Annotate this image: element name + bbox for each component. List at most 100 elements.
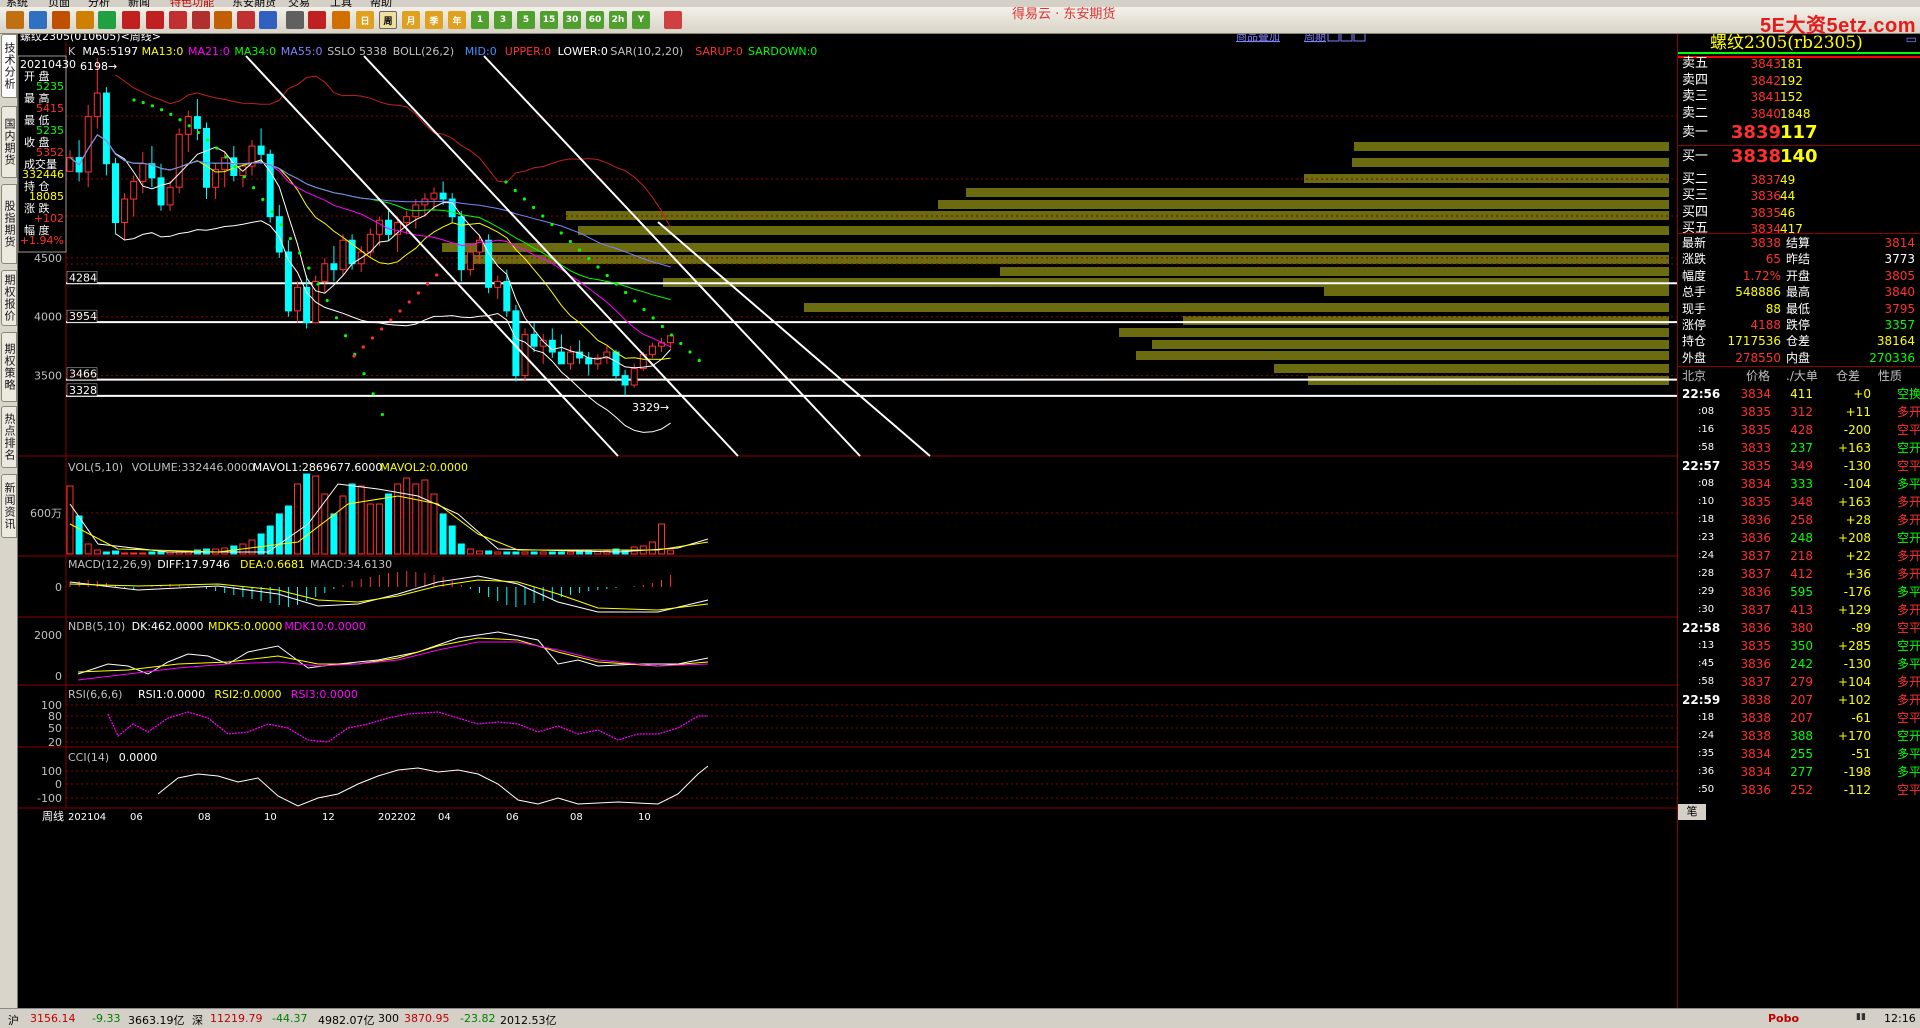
chart-link[interactable]: 周期 (1304, 34, 1326, 43)
ask-row[interactable]: 卖二 3840 1848 (1678, 104, 1920, 124)
trades-tab[interactable]: 笔 (1678, 804, 1706, 820)
menu-item[interactable]: 交易 (288, 0, 310, 7)
bid-row[interactable]: 买一 3838 140 (1678, 147, 1920, 167)
trade-nature: 多开 (1896, 567, 1920, 581)
list-icon[interactable] (286, 11, 304, 29)
volume-profile-bar (578, 226, 1669, 235)
volume-profile-bar (1354, 142, 1669, 151)
trade-volume: 237 (1790, 441, 1813, 455)
period-button[interactable]: 15 (540, 11, 558, 29)
left-tab[interactable]: 期权策略 (1, 332, 17, 402)
trade-time: :29 (1698, 586, 1715, 597)
ma-legend-item: K (68, 45, 76, 58)
period-button[interactable]: 日 (356, 11, 374, 29)
trade-nature: 空开 (1896, 639, 1920, 653)
indicator-icon[interactable] (237, 11, 255, 29)
filter-icon[interactable] (214, 11, 232, 29)
volume-bar (66, 485, 74, 555)
macd-legend-item: DIFF:17.9746 (157, 558, 230, 571)
trade-price: 3836 (1740, 657, 1771, 671)
menu-item[interactable]: 页面 (48, 0, 70, 7)
ma-legend-item: MA5:5197 (82, 45, 138, 58)
period-button[interactable]: Y (632, 11, 650, 29)
left-tab[interactable]: 新闻资讯 (1, 474, 17, 538)
trade-price: 3837 (1740, 603, 1771, 617)
chart-icon[interactable] (259, 11, 277, 29)
menu-item[interactable]: 分析 (88, 0, 110, 7)
folder-icon[interactable] (52, 11, 70, 29)
left-tab[interactable]: 期权报价 (1, 270, 17, 326)
candle-body (439, 192, 447, 200)
settings-icon[interactable] (664, 11, 682, 29)
trade-time: 22:58 (1682, 621, 1721, 635)
trade-price: 3835 (1740, 639, 1771, 653)
quote-title-text: 螺纹2305(rb2305) (1710, 33, 1863, 53)
book-qty: 117 (1780, 122, 1818, 143)
left-tab[interactable]: 热点排名 (1, 406, 17, 468)
chart-link[interactable]: 商品叠加 (1236, 34, 1280, 43)
candle-body (221, 157, 229, 171)
period-button[interactable]: 年 (448, 11, 466, 29)
menu-item[interactable]: 系统 (6, 0, 28, 7)
x-axis-label: 08 (570, 812, 583, 823)
zoom-in-icon[interactable] (122, 11, 140, 29)
kline-icon[interactable] (308, 11, 326, 29)
menu-item[interactable]: 新闻 (128, 0, 150, 7)
left-tab[interactable]: 股指期货 (1, 184, 17, 264)
period-button[interactable]: 月 (402, 11, 420, 29)
trade-price: 3836 (1740, 783, 1771, 797)
news-icon[interactable] (76, 11, 94, 29)
trade-nature: 多开 (1896, 675, 1920, 689)
menu-item[interactable]: 帮助 (370, 0, 392, 7)
trade-price: 3838 (1740, 711, 1771, 725)
period-button[interactable]: 60 (586, 11, 604, 29)
left-tab[interactable]: 技术分析 (1, 34, 17, 98)
period-button[interactable]: 1 (471, 11, 489, 29)
candle-body (203, 127, 210, 188)
zoom-out-icon[interactable] (146, 11, 164, 29)
home-icon[interactable] (29, 11, 47, 29)
volume-bar (139, 552, 147, 555)
menu-item[interactable]: 特色功能 (170, 0, 214, 7)
menu-item[interactable]: 东安期货 (232, 0, 276, 7)
period-button[interactable]: 30 (563, 11, 581, 29)
period-button[interactable]: 周 (379, 11, 397, 29)
left-tab[interactable]: 国内期货 (1, 106, 17, 178)
trade-oi-change: +170 (1838, 729, 1871, 743)
kline-chart-area[interactable]: 螺纹2305(010605)<周线> 商品叠加 周期4284395434663328… (18, 34, 1677, 1008)
back-icon[interactable] (6, 11, 24, 29)
fib-icon[interactable] (332, 11, 350, 29)
peak-price-label: 6198→ (80, 60, 117, 73)
refresh-icon[interactable] (98, 11, 116, 29)
x-axis-label: 06 (506, 812, 519, 823)
trade-price: 3838 (1740, 729, 1771, 743)
trades-header-cell: 仓差 (1836, 369, 1861, 383)
trade-row: :18 3836 258 +28 多开 (1678, 510, 1920, 530)
period-button[interactable]: 季 (425, 11, 443, 29)
period-button[interactable]: 2h (609, 11, 627, 29)
menu-bar: 系统 页面 分析 新闻 特色功能 东安期货 交易 工具 帮助 (0, 0, 1920, 7)
sar-dot (550, 222, 554, 227)
cci-line (157, 765, 709, 807)
draw-icon[interactable] (192, 11, 210, 29)
sar-dot (426, 282, 430, 286)
x-axis-label: 08 (198, 812, 211, 823)
ma-legend-item: BOLL(26,2) (393, 45, 454, 58)
volume-profile-bar (1000, 267, 1669, 276)
stat-label: 内盘 (1786, 350, 1811, 365)
window-icon[interactable] (169, 11, 187, 29)
support-line-label: 4284 (69, 271, 97, 284)
trade-oi-change: +0 (1853, 387, 1871, 401)
panel-toggle-icon[interactable]: ▭ (1906, 32, 1917, 46)
ask-row[interactable]: 卖一 3839 117 (1678, 123, 1920, 143)
trade-time: :10 (1698, 496, 1715, 507)
dk-line (77, 631, 709, 675)
ndb-legend-item: MDK10:0.0000 (284, 620, 365, 633)
trade-price: 3838 (1740, 693, 1771, 707)
menu-item[interactable]: 工具 (330, 0, 352, 7)
period-button[interactable]: 3 (494, 11, 512, 29)
sar-dot (361, 345, 365, 349)
period-button[interactable]: 5 (517, 11, 535, 29)
trade-oi-change: +129 (1838, 603, 1871, 617)
low-price-label: 3329→ (632, 401, 669, 414)
